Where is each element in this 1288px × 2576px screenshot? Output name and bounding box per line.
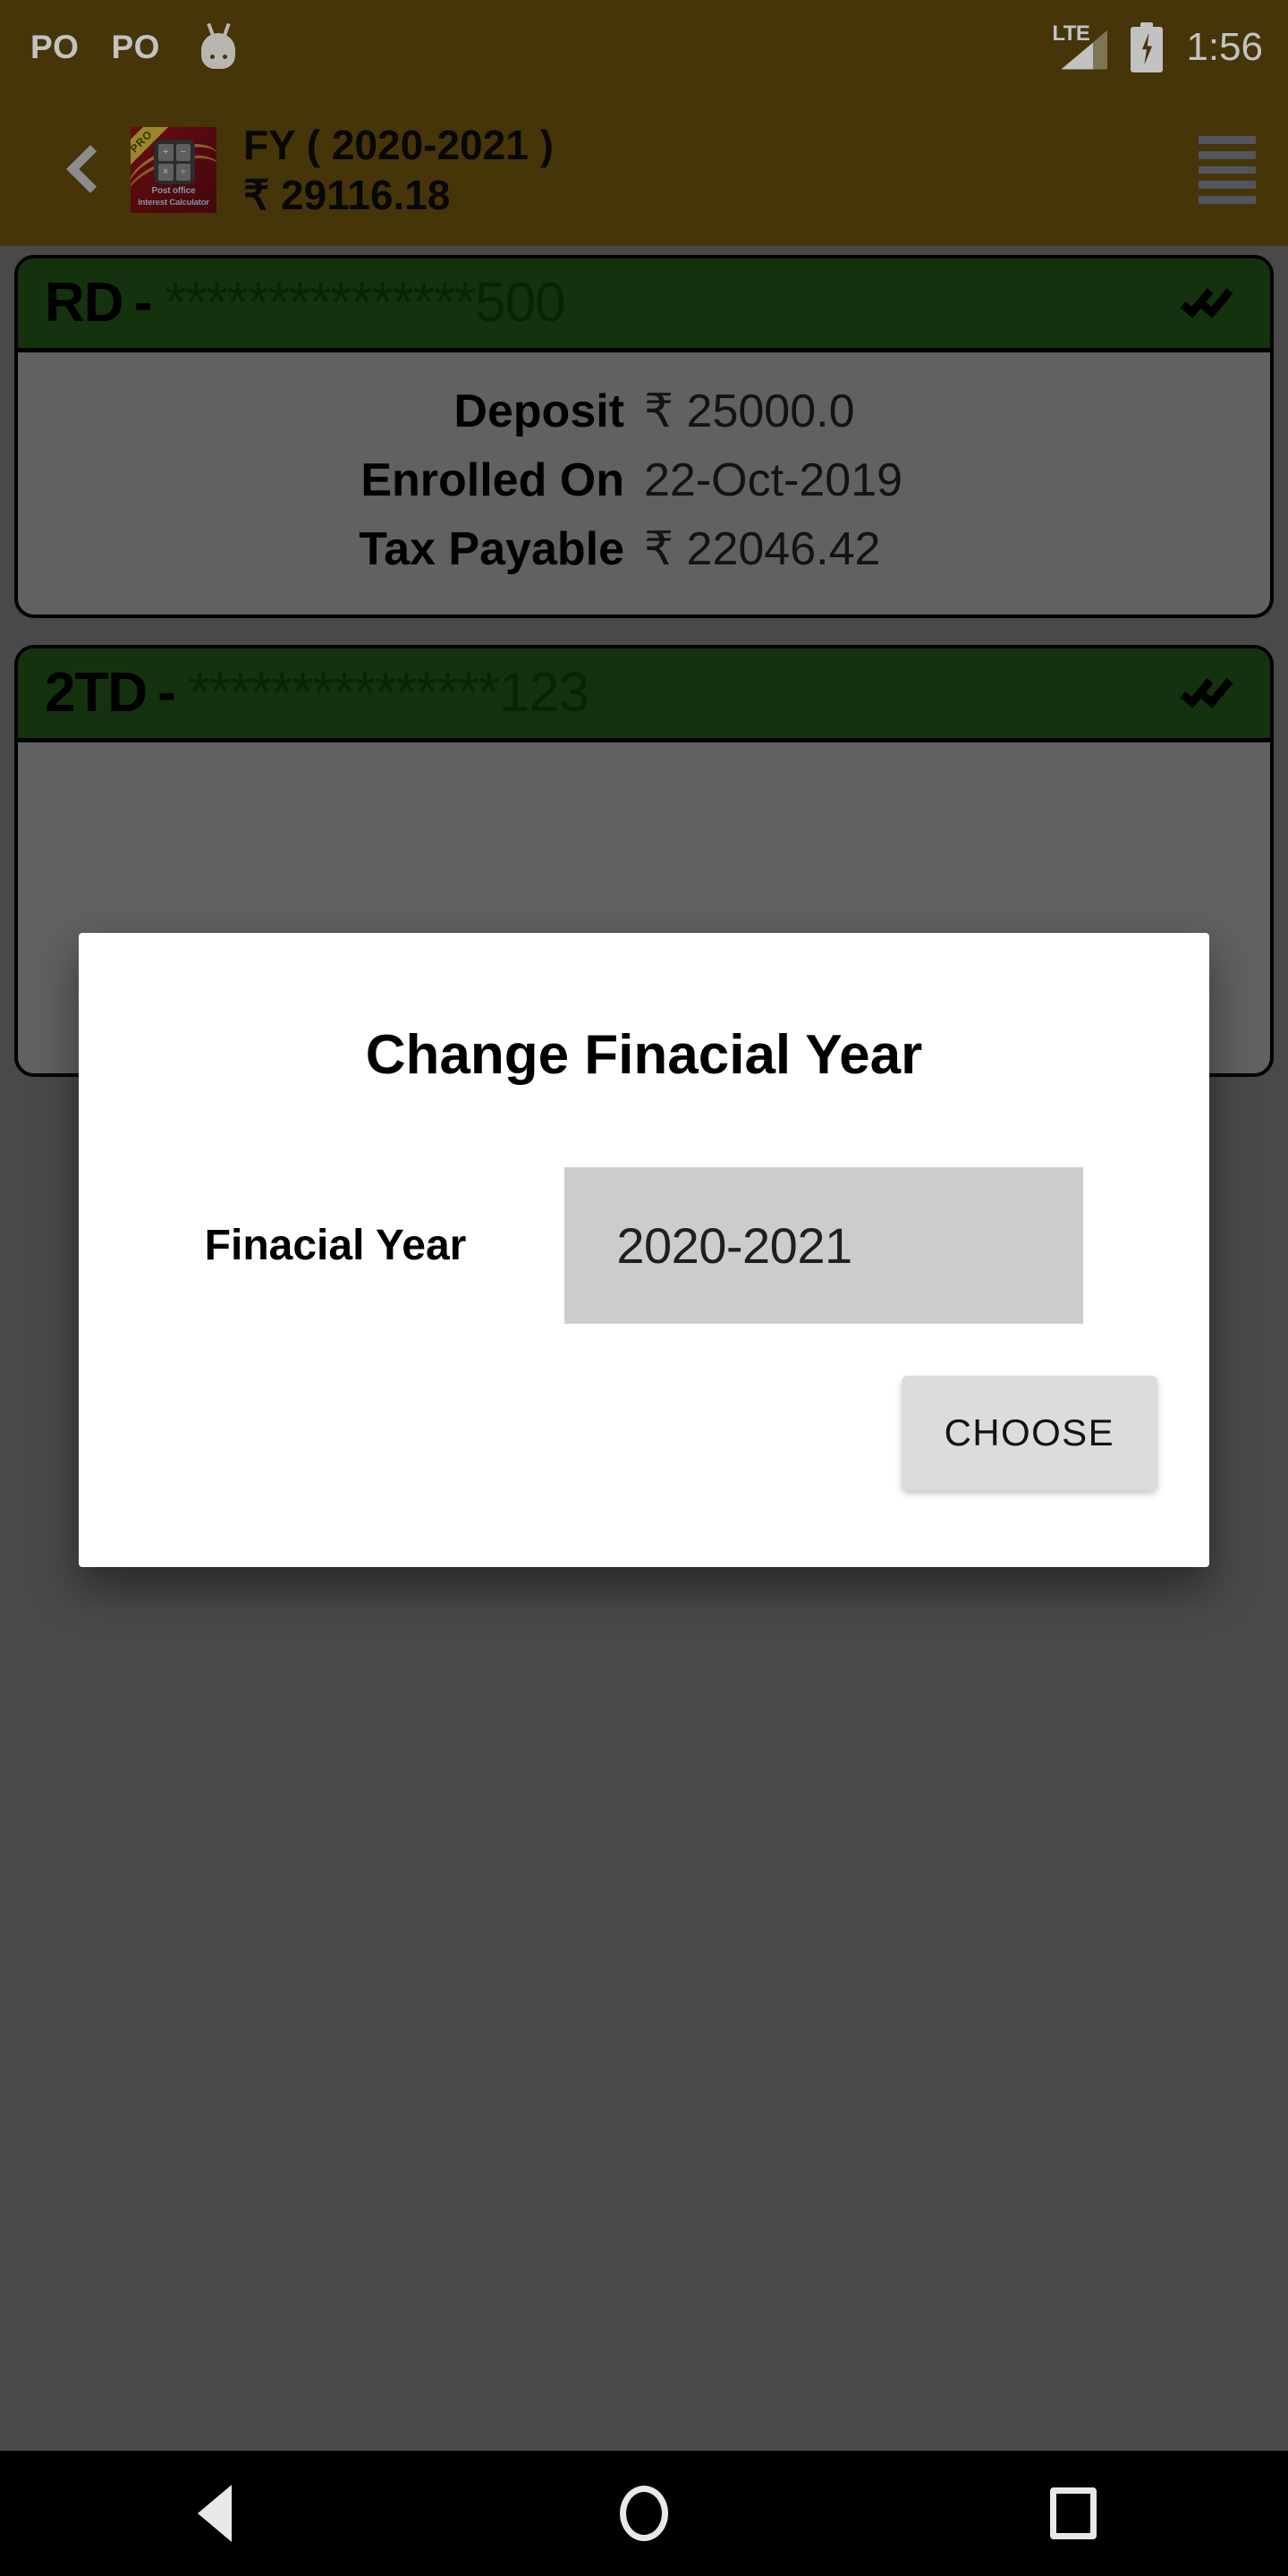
dialog-actions: CHOOSE <box>79 1324 1209 1567</box>
financial-year-spinner[interactable]: 2020-2021 <box>564 1167 1084 1325</box>
financial-year-label: Finacial Year <box>204 1222 467 1270</box>
dialog-title: Change Finacial Year <box>365 1024 923 1086</box>
choose-button[interactable]: CHOOSE <box>901 1376 1157 1491</box>
nav-home-icon <box>620 2486 668 2541</box>
nav-back-icon <box>198 2485 232 2542</box>
nav-home-button[interactable] <box>429 2486 859 2541</box>
nav-recents-icon <box>1050 2487 1097 2539</box>
nav-back-button[interactable] <box>0 2485 429 2542</box>
android-navigation-bar <box>0 2451 1288 2576</box>
financial-year-value: 2020-2021 <box>616 1217 852 1275</box>
app-screen: PO PO LTE 1:56 PRO + − × ÷ Post office I… <box>0 0 1288 2576</box>
change-financial-year-dialog: Change Finacial Year Finacial Year 2020-… <box>79 933 1209 1568</box>
nav-recents-button[interactable] <box>859 2487 1288 2539</box>
dialog-field-row: Finacial Year 2020-2021 <box>79 1089 1209 1325</box>
